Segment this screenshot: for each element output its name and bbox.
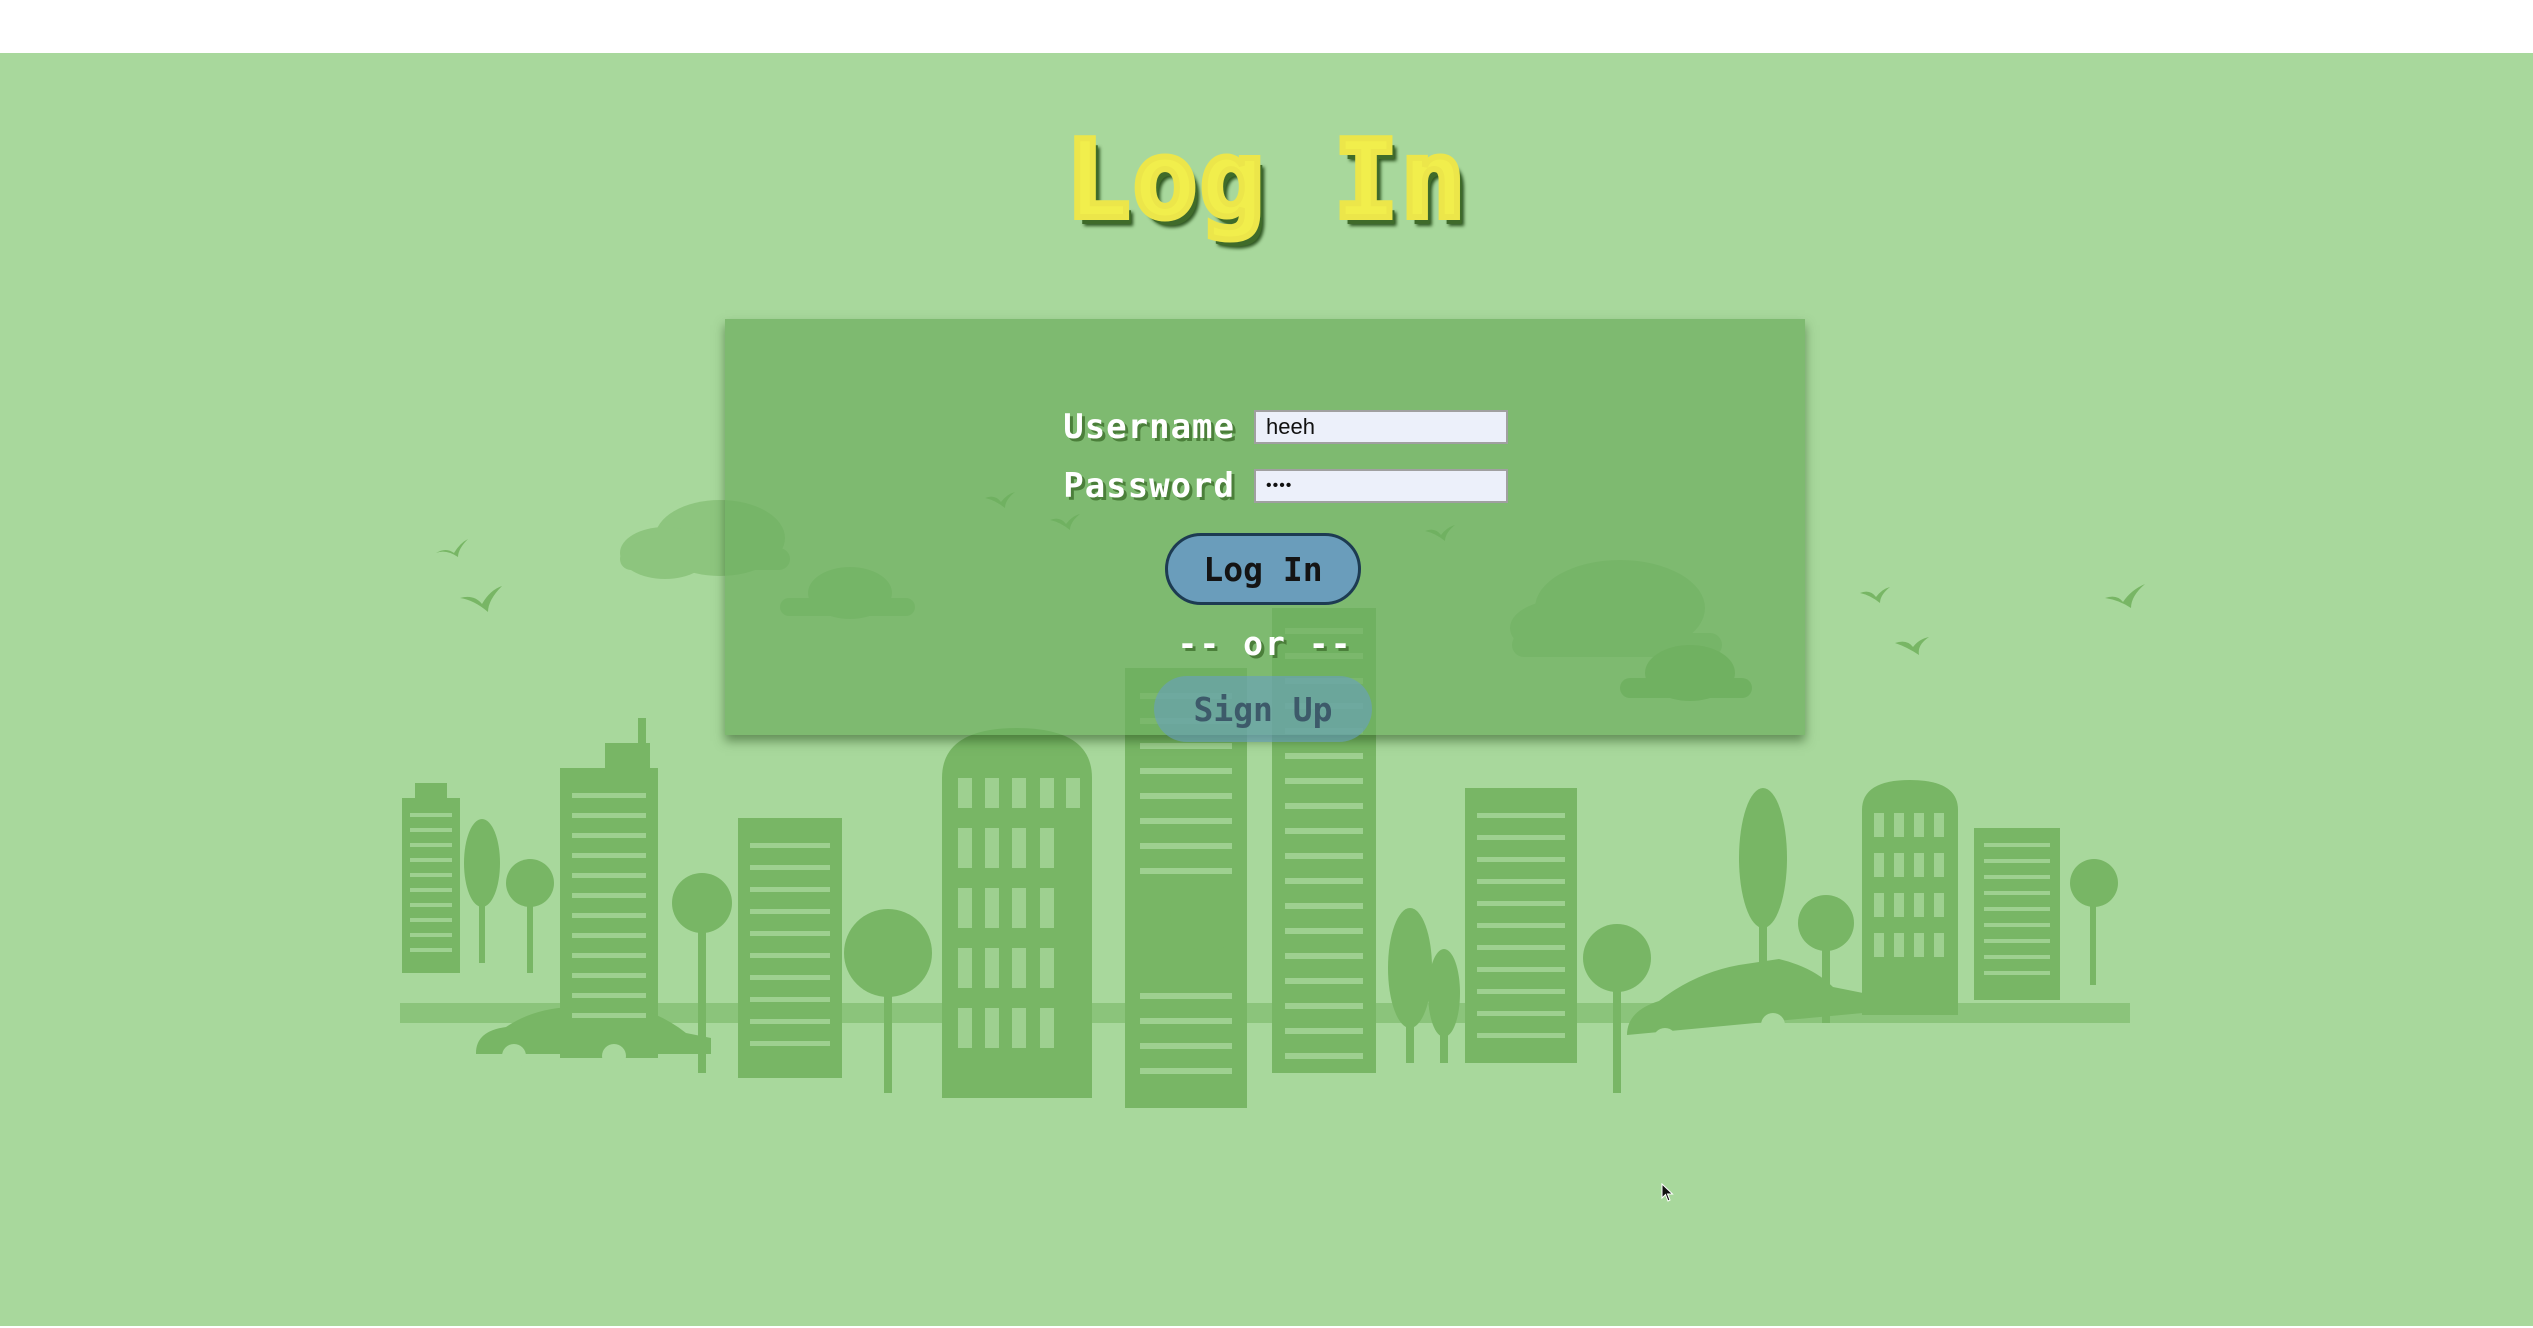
page-background: Log In Username heeh Password •••• Log I… xyxy=(0,53,2533,1326)
bird-icon xyxy=(460,586,502,612)
password-label: Password xyxy=(1063,466,1235,506)
username-label: Username xyxy=(1063,407,1235,447)
password-row: Password •••• xyxy=(725,466,1805,506)
bird-icon xyxy=(436,539,468,557)
page-title: Log In xyxy=(1062,115,1468,246)
username-input[interactable]: heeh xyxy=(1254,410,1508,444)
or-separator: -- or -- xyxy=(1177,624,1353,663)
login-form-panel: Username heeh Password •••• Log In -- or… xyxy=(725,319,1805,742)
username-row: Username heeh xyxy=(725,407,1805,447)
bird-icon xyxy=(1895,637,1929,655)
signup-button[interactable]: Sign Up xyxy=(1154,676,1372,742)
login-button[interactable]: Log In xyxy=(1165,533,1361,605)
password-input[interactable]: •••• xyxy=(1254,469,1508,503)
mouse-cursor-icon xyxy=(1661,1183,1674,1202)
bird-icon xyxy=(2105,584,2145,608)
bird-icon xyxy=(1860,587,1890,603)
